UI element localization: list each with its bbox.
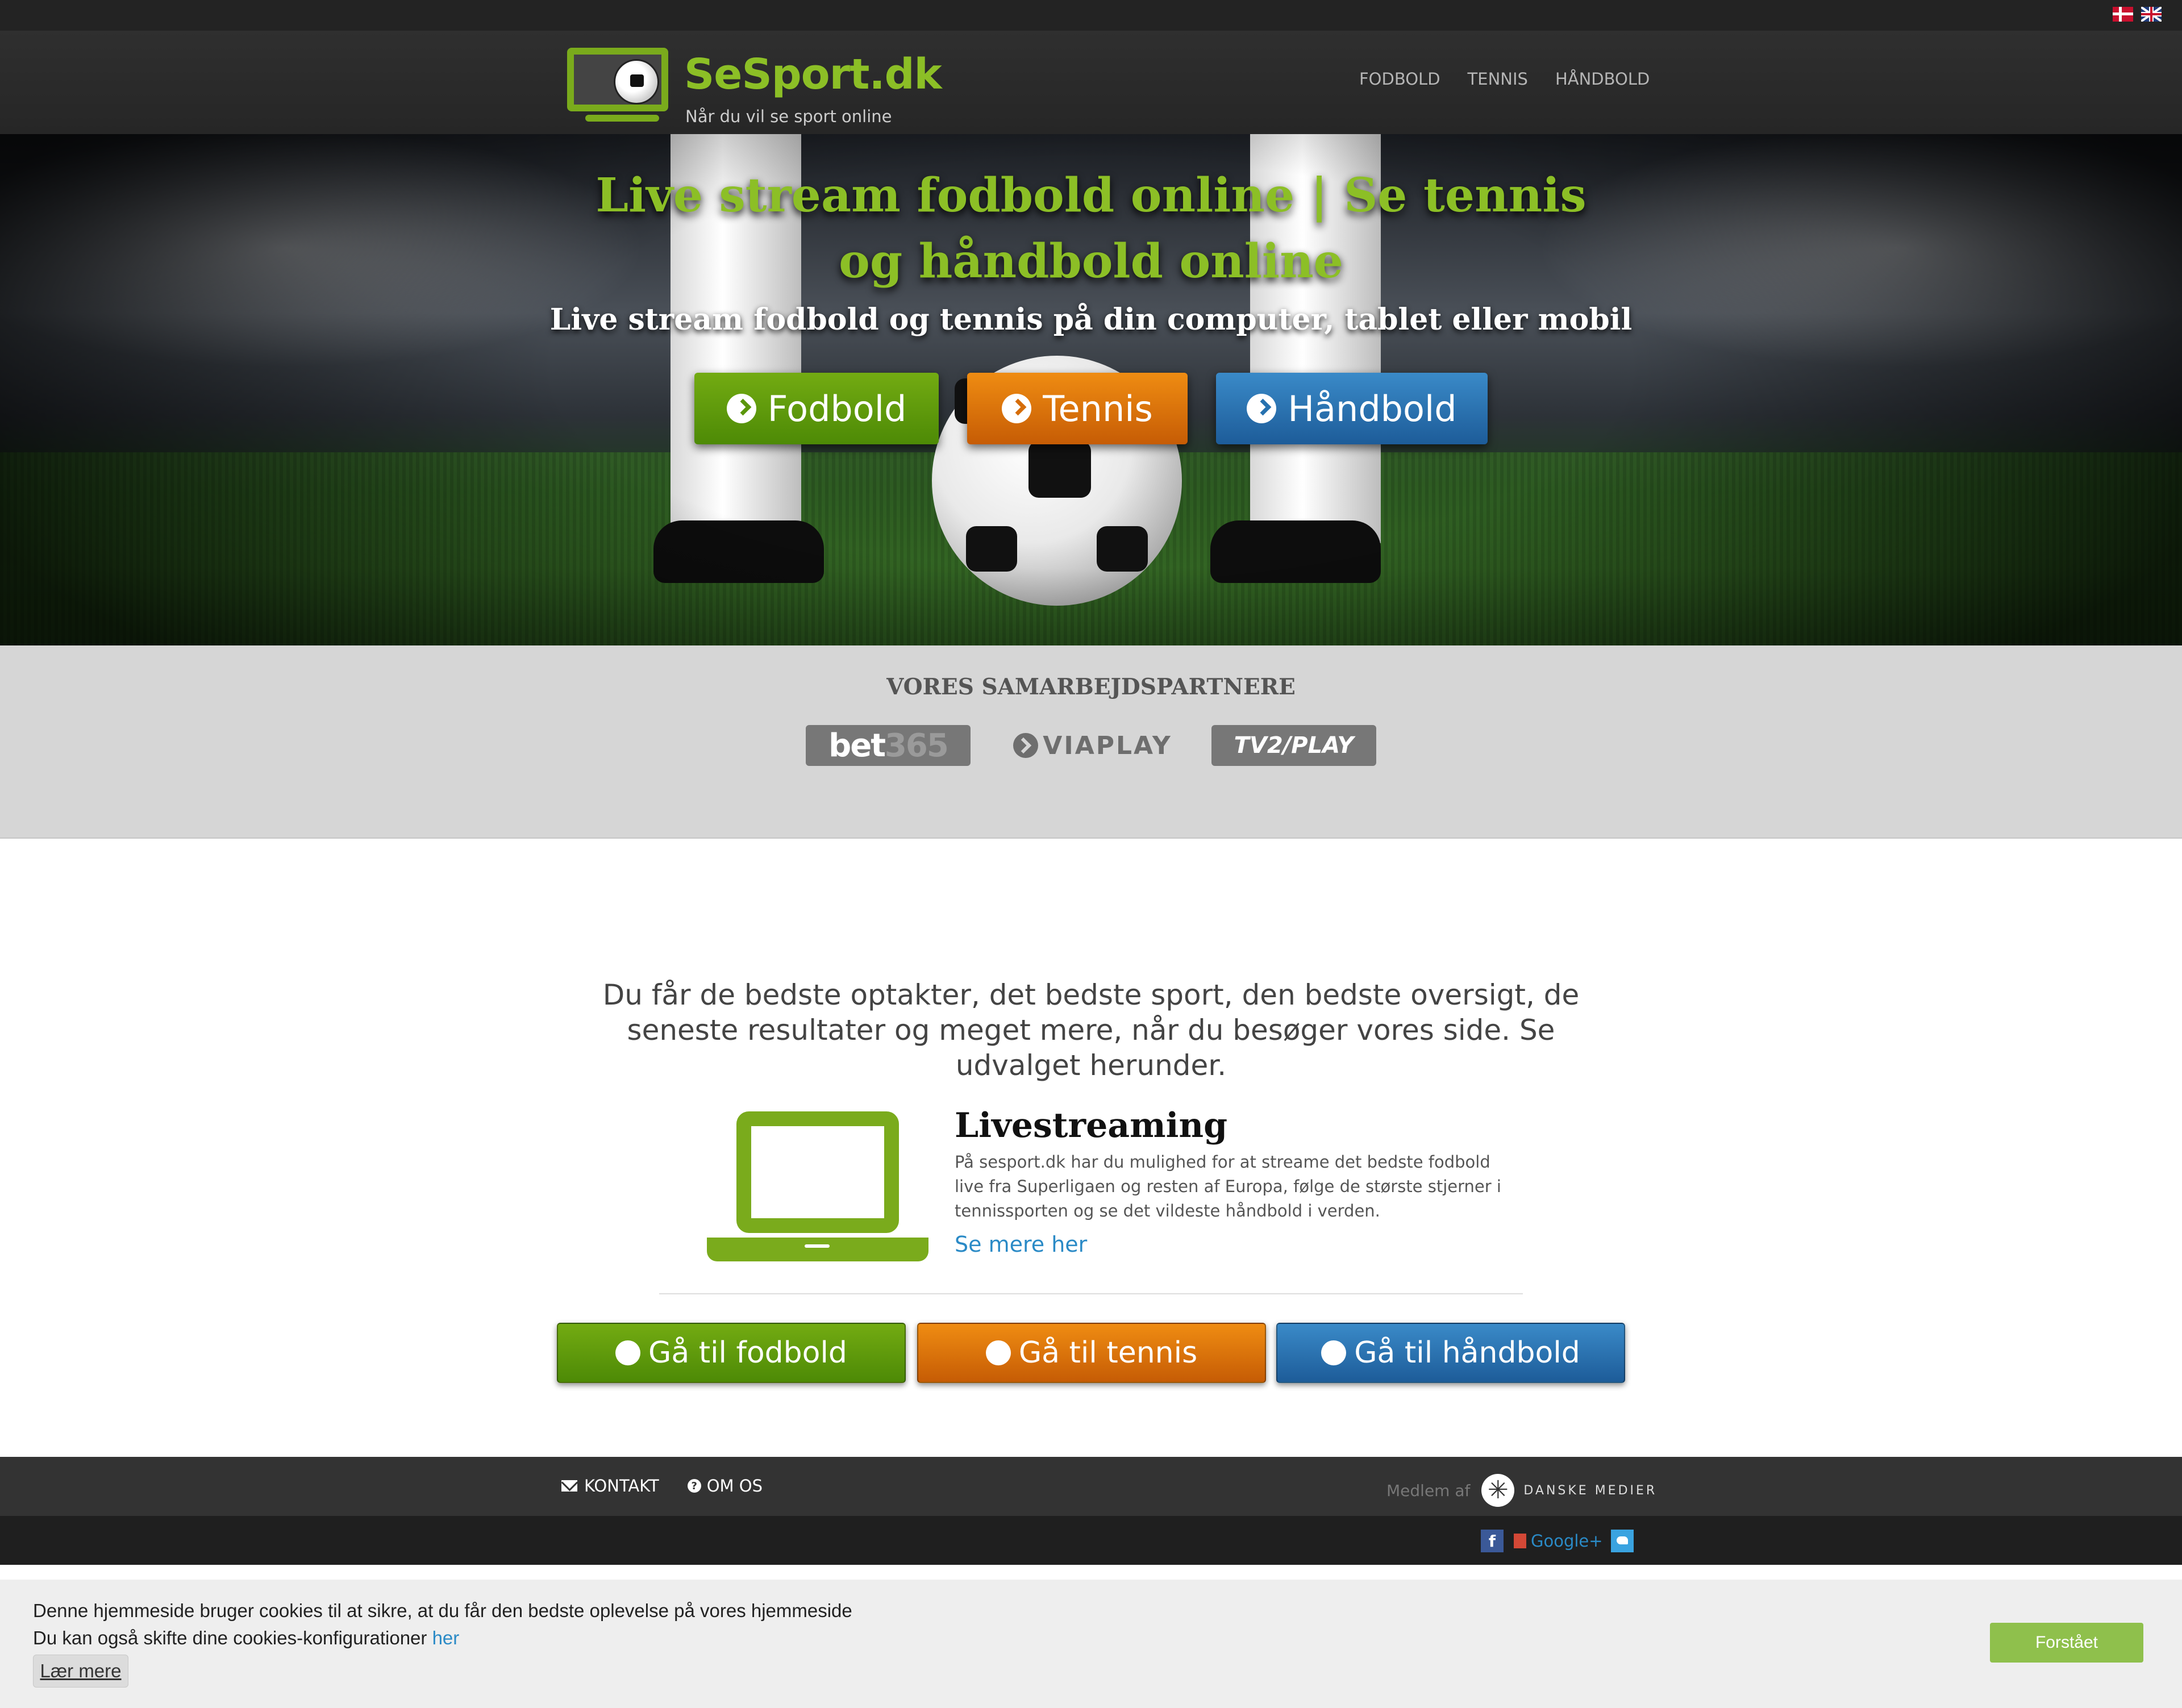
footer-about-link[interactable]: ? OM OS	[687, 1476, 763, 1495]
chevron-right-circle-icon	[726, 394, 756, 423]
site-logo[interactable]: SeSport.dk Når du vil se sport online	[567, 48, 942, 126]
nav-handbold[interactable]: HÅNDBOLD	[1555, 69, 1650, 89]
learn-more-button[interactable]: Lær mere	[33, 1655, 128, 1688]
site-header: SeSport.dk Når du vil se sport online FO…	[0, 31, 2182, 134]
logo-tagline: Når du vil se sport online	[685, 107, 892, 126]
hero-fodbold-button[interactable]: Fodbold	[694, 373, 939, 444]
accept-cookies-button[interactable]: Forstået	[1990, 1623, 2143, 1663]
envelope-icon	[561, 1480, 577, 1492]
cookie-config-link[interactable]: her	[432, 1627, 460, 1648]
goto-tennis-button[interactable]: Gå til tennis	[917, 1323, 1266, 1383]
language-bar	[0, 0, 2182, 31]
main-nav: FODBOLD TENNIS HÅNDBOLD	[1359, 69, 1677, 89]
bet365-logo[interactable]: bet 365	[806, 725, 971, 766]
partners-title: VORES SAMARBEJDSPARTNERE	[886, 674, 1296, 700]
member-badge[interactable]: Medlem af DANSKE MEDIER	[1386, 1474, 1657, 1507]
hero-fodbold-label: Fodbold	[767, 388, 907, 430]
footer-nav-bar: KONTAKT ? OM OS Medlem af DANSKE MEDIER	[0, 1457, 2182, 1516]
chevron-right-circle-icon	[615, 1340, 641, 1365]
feature-body: På sesport.dk har du mulighed for at str…	[955, 1152, 1501, 1220]
cookie-config-text: Du kan også skifte dine cookies-konfigur…	[33, 1627, 460, 1648]
member-label: Medlem af	[1386, 1481, 1471, 1500]
footer-contact-label: KONTAKT	[584, 1476, 659, 1495]
hero-banner: Live stream fodbold online | Se tennis o…	[0, 134, 2182, 645]
hero-tennis-label: Tennis	[1043, 388, 1153, 430]
section-divider	[659, 1293, 1523, 1294]
logo-text: SeSport.dk	[684, 50, 942, 99]
nav-fodbold[interactable]: FODBOLD	[1359, 69, 1440, 89]
hero-tennis-button[interactable]: Tennis	[967, 373, 1188, 444]
cookie-banner: Denne hjemmeside bruger cookies til at s…	[0, 1580, 2182, 1708]
intro-text: Du får de bedste optakter, det bedste sp…	[602, 978, 1580, 1082]
viaplay-logo[interactable]: VIAPLAY	[1010, 725, 1175, 766]
chevron-right-circle-icon	[985, 1340, 1011, 1365]
footer-about-label: OM OS	[706, 1476, 763, 1495]
hero-subtitle: Live stream fodbold og tennis på din com…	[549, 302, 1633, 337]
feature-title: Livestreaming	[955, 1106, 1228, 1145]
tv2-play-logo[interactable]: TV2/PLAY	[1211, 725, 1376, 766]
google-plus-icon[interactable]	[1514, 1534, 1526, 1548]
danske-medier-logo-icon	[1481, 1474, 1515, 1507]
twitter-icon[interactable]	[1610, 1530, 1634, 1552]
cookie-text: Denne hjemmeside bruger cookies til at s…	[33, 1600, 852, 1621]
hero-title: Live stream fodbold online | Se tennis o…	[596, 168, 1586, 289]
chevron-right-circle-icon	[1247, 394, 1277, 423]
laptop-icon	[707, 1111, 928, 1261]
football-icon	[614, 59, 659, 105]
danish-flag-icon[interactable]	[2113, 7, 2133, 22]
see-more-link[interactable]: Se mere her	[955, 1232, 1087, 1257]
nav-tennis[interactable]: TENNIS	[1468, 69, 1528, 89]
footer-social-bar: f Google+	[0, 1516, 2182, 1565]
english-flag-icon[interactable]	[2141, 7, 2162, 22]
facebook-icon[interactable]: f	[1481, 1530, 1504, 1552]
footer-nav: KONTAKT ? OM OS	[561, 1476, 791, 1495]
goto-fodbold-button[interactable]: Gå til fodbold	[557, 1323, 906, 1383]
viaplay-icon	[1013, 733, 1039, 758]
social-links: f Google+	[1481, 1530, 1634, 1552]
hero-handbold-button[interactable]: Håndbold	[1216, 373, 1488, 444]
goto-handbold-label: Gå til håndbold	[1354, 1336, 1580, 1370]
footer-contact-link[interactable]: KONTAKT	[561, 1476, 659, 1495]
chevron-right-circle-icon	[1002, 394, 1032, 423]
member-org: DANSKE MEDIER	[1523, 1483, 1658, 1498]
google-plus-link[interactable]: Google+	[1531, 1531, 1603, 1551]
goto-tennis-label: Gå til tennis	[1018, 1336, 1198, 1370]
goto-handbold-button[interactable]: Gå til håndbold	[1276, 1323, 1625, 1383]
chevron-right-circle-icon	[1321, 1340, 1347, 1365]
goto-fodbold-label: Gå til fodbold	[648, 1336, 847, 1370]
partners-section: VORES SAMARBEJDSPARTNERE bet 365 VIAPLAY …	[0, 645, 2182, 839]
question-circle-icon: ?	[687, 1479, 701, 1493]
hero-handbold-label: Håndbold	[1288, 388, 1457, 430]
